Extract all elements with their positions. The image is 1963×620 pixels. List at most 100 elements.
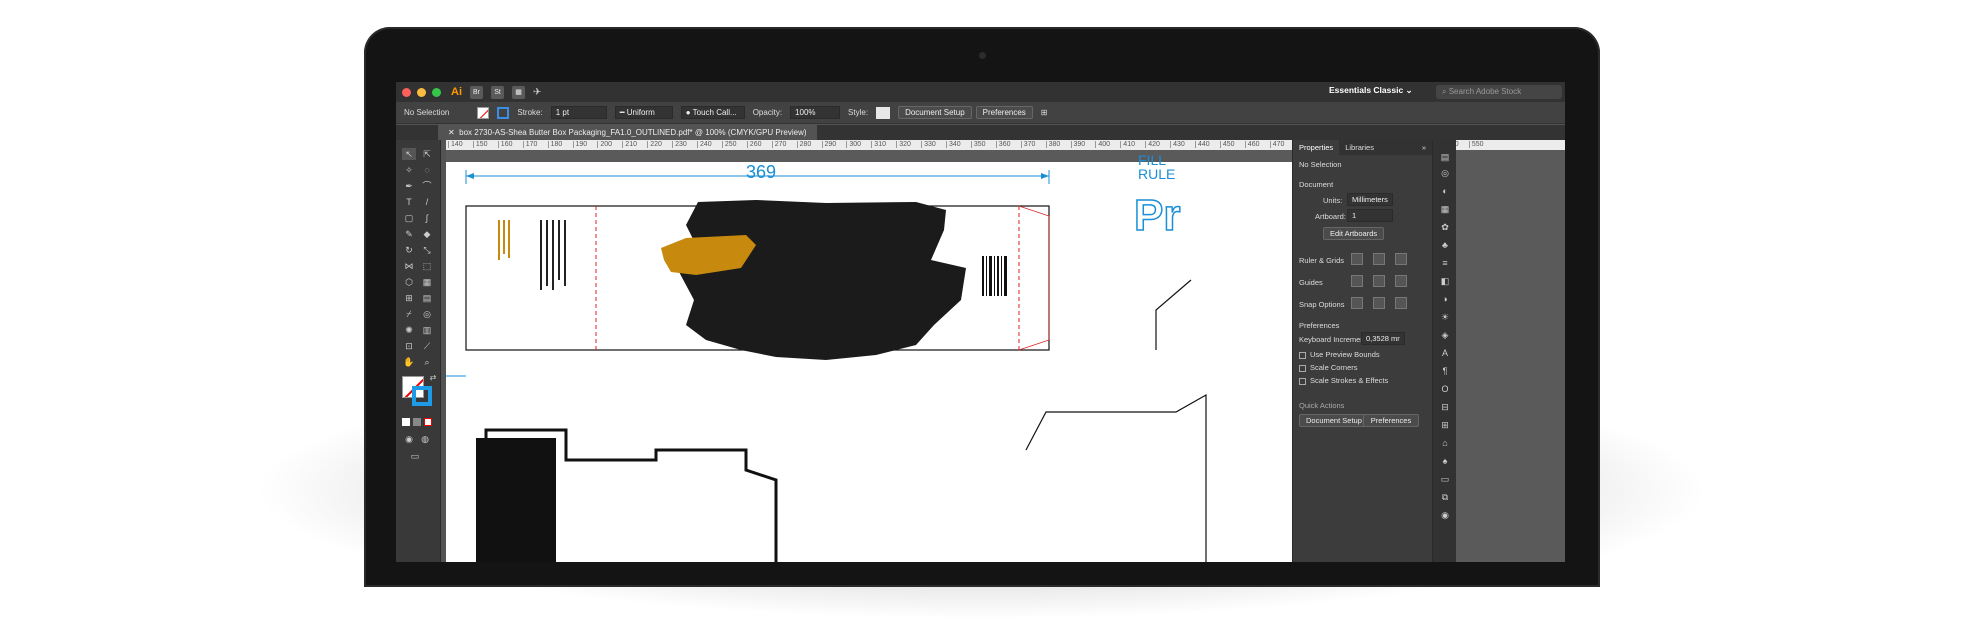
- artboards-panel-icon[interactable]: ▭: [1439, 474, 1451, 484]
- eraser-tool-icon[interactable]: ◆: [420, 228, 434, 240]
- blend-tool-icon[interactable]: ◎: [420, 308, 434, 320]
- paintbrush-tool-icon[interactable]: ∫: [420, 212, 434, 224]
- ruler-toggle-icon[interactable]: [1351, 253, 1363, 265]
- eyedropper-tool-icon[interactable]: ⌿: [402, 308, 416, 320]
- use-preview-bounds-checkbox[interactable]: Use Preview Bounds: [1299, 350, 1380, 359]
- quick-preferences-button[interactable]: Preferences: [1363, 414, 1419, 427]
- transparency-grid-icon[interactable]: [1395, 253, 1407, 265]
- stock-button[interactable]: St: [491, 85, 504, 99]
- width-tool-icon[interactable]: ⋈: [402, 260, 416, 272]
- align-panel-icon[interactable]: ⊟: [1439, 402, 1451, 412]
- transform-panel-icon[interactable]: ⌂: [1439, 438, 1451, 448]
- properties-panel-icon[interactable]: ▤: [1439, 152, 1451, 162]
- appearance-panel-icon[interactable]: ☀: [1439, 312, 1451, 322]
- color-mode-icon[interactable]: [402, 418, 410, 426]
- swap-colors-icon[interactable]: ⇄: [426, 372, 440, 384]
- perspective-grid-tool-icon[interactable]: ▦: [420, 276, 434, 288]
- show-guides-icon[interactable]: [1351, 275, 1363, 287]
- swatches-panel-icon[interactable]: ▦: [1439, 204, 1451, 214]
- character-panel-icon[interactable]: A: [1439, 348, 1451, 358]
- gpu-performance-icon[interactable]: ✈: [533, 87, 541, 98]
- direct-selection-tool-icon[interactable]: ⇱: [420, 148, 434, 160]
- rotate-tool-icon[interactable]: ↻: [402, 244, 416, 256]
- selection-tool-icon[interactable]: ↖: [402, 148, 416, 160]
- ruler-tick-label: 150: [472, 141, 488, 148]
- stroke-panel-icon[interactable]: ≡: [1439, 258, 1451, 268]
- lasso-tool-icon[interactable]: ◌: [420, 164, 434, 176]
- none-mode-icon[interactable]: [424, 418, 432, 426]
- shape-builder-tool-icon[interactable]: ⬡: [402, 276, 416, 288]
- hand-tool-icon[interactable]: ✋: [402, 356, 416, 368]
- screen-mode-icon[interactable]: ▭: [408, 450, 422, 462]
- transparency-panel-icon[interactable]: ◑: [1439, 294, 1451, 304]
- layers-panel-icon[interactable]: ◈: [1439, 330, 1451, 340]
- opacity-input[interactable]: 100%: [790, 106, 841, 119]
- pathfinder-panel-icon[interactable]: ⊞: [1439, 420, 1451, 430]
- scale-corners-checkbox[interactable]: Scale Corners: [1299, 363, 1358, 372]
- free-transform-tool-icon[interactable]: ⬚: [420, 260, 434, 272]
- artboard-select[interactable]: 1: [1347, 209, 1393, 222]
- align-icon[interactable]: ⊞: [1041, 108, 1048, 117]
- column-graph-tool-icon[interactable]: ▥: [420, 324, 434, 336]
- paragraph-panel-icon[interactable]: ¶: [1439, 366, 1451, 376]
- workspace-switcher[interactable]: Essentials Classic ⌄: [1329, 85, 1413, 96]
- close-window-button[interactable]: [402, 87, 411, 97]
- pen-tool-icon[interactable]: ✒: [402, 180, 416, 192]
- slice-tool-icon[interactable]: ⟋: [420, 340, 434, 352]
- stroke-weight-input[interactable]: 1 pt: [550, 106, 607, 119]
- rectangle-tool-icon[interactable]: ▢: [402, 212, 416, 224]
- keyboard-increment-input[interactable]: 0,3528 mr: [1361, 332, 1405, 345]
- line-tool-icon[interactable]: /: [420, 196, 434, 208]
- zoom-window-button[interactable]: [432, 87, 441, 97]
- variable-width-profile[interactable]: ━ Uniform: [614, 106, 673, 119]
- gradient-tool-icon[interactable]: ▤: [420, 292, 434, 304]
- stroke-swatch[interactable]: [497, 106, 510, 119]
- collapse-panel-icon[interactable]: »: [1416, 143, 1432, 152]
- lock-guides-icon[interactable]: [1373, 275, 1385, 287]
- tab-properties[interactable]: Properties: [1293, 140, 1340, 155]
- graphic-style-swatch[interactable]: [876, 106, 891, 119]
- preferences-button[interactable]: Preferences: [975, 106, 1033, 119]
- draw-behind-icon[interactable]: ◍: [418, 433, 432, 445]
- navigator-panel-icon[interactable]: ◉: [1439, 510, 1451, 520]
- symbols-panel-icon[interactable]: ♣: [1439, 240, 1451, 250]
- opentype-panel-icon[interactable]: O: [1439, 384, 1451, 394]
- smart-guides-icon[interactable]: [1395, 275, 1407, 287]
- color-panel-icon[interactable]: ◐: [1439, 186, 1451, 196]
- minimize-window-button[interactable]: [417, 87, 426, 97]
- arrange-documents-icon[interactable]: ▦: [512, 85, 525, 99]
- scale-strokes-checkbox[interactable]: Scale Strokes & Effects: [1299, 376, 1388, 385]
- magic-wand-tool-icon[interactable]: ✧: [402, 164, 416, 176]
- brushes-panel-icon[interactable]: ✿: [1439, 222, 1451, 232]
- quick-document-setup-button[interactable]: Document Setup: [1299, 414, 1369, 427]
- document-tab[interactable]: ✕ box 2730-AS-Shea Butter Box Packaging_…: [438, 125, 817, 140]
- mesh-tool-icon[interactable]: ⊞: [402, 292, 416, 304]
- bridge-button[interactable]: Br: [470, 85, 483, 99]
- fill-swatch[interactable]: [477, 106, 490, 119]
- stroke-color-icon[interactable]: [412, 386, 432, 406]
- zoom-tool-icon[interactable]: ⌕: [420, 356, 434, 368]
- document-setup-button[interactable]: Document Setup: [898, 106, 972, 119]
- libraries-panel-icon[interactable]: ◎: [1439, 168, 1451, 178]
- edit-artboards-button[interactable]: Edit Artboards: [1323, 227, 1385, 240]
- type-tool-icon[interactable]: T: [402, 196, 416, 208]
- brush-definition[interactable]: ● Touch Call...: [680, 106, 745, 119]
- symbol-sprayer-tool-icon[interactable]: ✺: [402, 324, 416, 336]
- gradient-mode-icon[interactable]: [413, 418, 421, 426]
- scale-tool-icon[interactable]: ⤡: [420, 244, 434, 256]
- curvature-tool-icon[interactable]: ⌒: [420, 180, 434, 192]
- gradient-panel-icon[interactable]: ◧: [1439, 276, 1451, 286]
- close-tab-icon[interactable]: ✕: [448, 128, 455, 137]
- tab-libraries[interactable]: Libraries: [1339, 143, 1380, 152]
- units-select[interactable]: Millimeters: [1347, 193, 1393, 206]
- shaper-tool-icon[interactable]: ✎: [402, 228, 416, 240]
- snap-to-point-icon[interactable]: [1351, 297, 1363, 309]
- snap-to-pixel-icon[interactable]: [1395, 297, 1407, 309]
- draw-normal-icon[interactable]: ◉: [402, 433, 416, 445]
- snap-to-grid-icon[interactable]: [1373, 297, 1385, 309]
- adobe-stock-search-input[interactable]: ⌕ Search Adobe Stock: [1436, 85, 1562, 99]
- links-panel-icon[interactable]: ⧉: [1439, 492, 1451, 502]
- artboard-tool-icon[interactable]: ⊡: [402, 340, 416, 352]
- asset-export-panel-icon[interactable]: ♠: [1439, 456, 1451, 466]
- grid-toggle-icon[interactable]: [1373, 253, 1385, 265]
